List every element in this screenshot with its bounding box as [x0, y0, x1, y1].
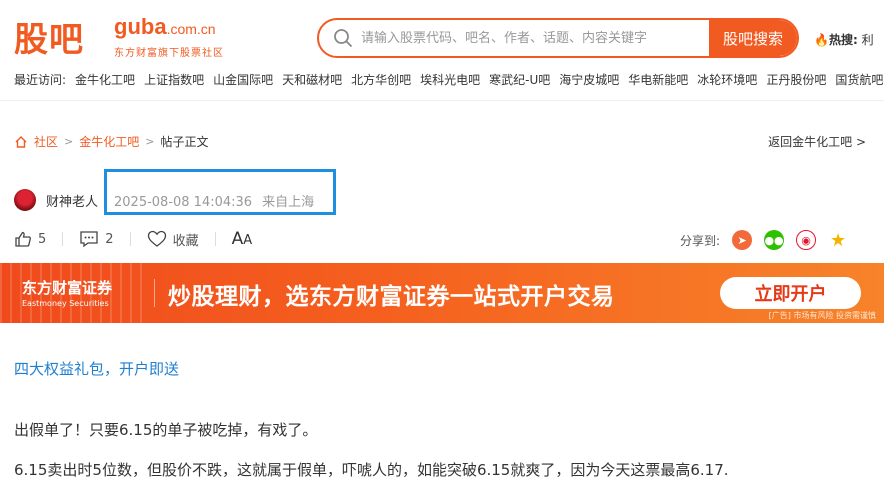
recent-item[interactable]: 海宁皮城吧	[559, 71, 619, 91]
recent-label: 最近访问:	[14, 73, 67, 87]
recent-item[interactable]: 正丹股份吧	[766, 71, 826, 91]
recent-item[interactable]: 北方华创吧	[351, 71, 411, 91]
eastmoney-securities-logo: 东方财富证券 Eastmoney Securities	[22, 277, 112, 308]
banner-divider	[154, 279, 155, 307]
chevron-right-icon: >	[145, 135, 155, 148]
post-time: 2025-08-08 14:04:36	[114, 195, 253, 210]
favorite-label: 收藏	[172, 233, 199, 249]
like-button[interactable]: 5	[14, 230, 46, 248]
search-input[interactable]	[361, 20, 711, 56]
comment-button[interactable]: 2	[79, 230, 114, 248]
post-location: 来自上海	[262, 195, 315, 210]
post-actions: 5 2 收藏 AA	[14, 229, 252, 249]
chevron-right-icon: >	[855, 135, 866, 149]
hot-search[interactable]: 🔥热搜: 利	[814, 31, 874, 48]
promo-link[interactable]: 四大权益礼包，开户即送	[14, 358, 179, 379]
recent-item[interactable]: 寒武纪-U吧	[489, 71, 550, 91]
recent-visits: 最近访问: 金牛化工吧 上证指数吧 山金国际吧 天和磁材吧 北方华创吧 埃科光电…	[14, 71, 884, 91]
post-meta: 2025-08-08 14:04:36 来自上海	[114, 191, 314, 210]
search-bar: 股吧搜索	[317, 18, 799, 58]
back-link-label: 返回金牛化工吧	[768, 135, 853, 149]
weibo-icon[interactable]: ◉	[796, 230, 817, 250]
ad-banner[interactable]: 东方财富证券 Eastmoney Securities 炒股理财，选东方财富证券一…	[0, 263, 884, 323]
like-count: 5	[38, 231, 47, 247]
breadcrumb-bar[interactable]: 金牛化工吧	[79, 133, 139, 150]
guba-logo-text[interactable]: guba.com.cn	[114, 14, 216, 40]
recent-item[interactable]: 埃科光电吧	[420, 71, 480, 91]
heart-icon	[147, 230, 166, 247]
recent-item[interactable]: 天和磁材吧	[282, 71, 342, 91]
breadcrumb-community[interactable]: 社区	[34, 133, 58, 150]
logo-en: guba	[114, 14, 167, 39]
action-divider	[62, 232, 64, 246]
author-name[interactable]: 财神老人	[46, 191, 98, 210]
share-bar: 分享到: ➤ ●● ◉ ★	[680, 230, 849, 251]
ad-disclaimer: [广告] 市场有风险 投资需谨慎	[768, 311, 876, 320]
home-icon	[15, 135, 27, 148]
share-feed-icon[interactable]: ➤	[732, 230, 753, 250]
banner-logo-en: Eastmoney Securities	[22, 299, 109, 308]
action-divider	[129, 232, 131, 246]
avatar[interactable]	[14, 189, 36, 211]
search-button[interactable]: 股吧搜索	[709, 20, 797, 56]
share-label: 分享到:	[680, 233, 721, 248]
comment-icon	[80, 231, 98, 248]
wechat-icon[interactable]: ●●	[764, 230, 785, 250]
hot-search-item[interactable]: 利	[862, 33, 874, 47]
guba-logo[interactable]: 股吧	[14, 12, 84, 61]
recent-item[interactable]: 华电新能吧	[628, 71, 688, 91]
recent-item[interactable]: 国货航吧	[835, 71, 883, 91]
comment-count: 2	[105, 231, 114, 247]
qzone-star-icon[interactable]: ★	[828, 230, 849, 251]
banner-logo-text: 东方财富证券	[22, 279, 113, 297]
post-paragraph: 6.15卖出时5位数，但股价不跌，这就属于假单，吓唬人的，如能突破6.15就爽了…	[14, 461, 729, 479]
thumbs-up-icon	[15, 231, 31, 247]
recent-item[interactable]: 山金国际吧	[213, 71, 273, 91]
recent-item[interactable]: 冰轮环境吧	[697, 71, 757, 91]
action-divider	[214, 232, 216, 246]
font-size-toggle[interactable]: AA	[232, 229, 253, 249]
back-to-bar-link[interactable]: 返回金牛化工吧 >	[768, 133, 866, 150]
hot-search-label: 热搜:	[828, 33, 858, 47]
header: 股吧 guba.com.cn 东方财富旗下股票社区 股吧搜索 🔥热搜: 利 最近…	[0, 0, 884, 87]
open-account-button[interactable]: 立即开户	[720, 277, 861, 309]
logo-subtitle: 东方财富旗下股票社区	[114, 48, 224, 59]
post-paragraph: 出假单了！只要6.15的单子被吃掉，有戏了。	[14, 421, 318, 439]
author-info: 财神老人	[14, 189, 98, 211]
search-icon	[334, 29, 352, 47]
banner-slogan: 炒股理财，选东方财富证券一站式开户交易	[168, 284, 615, 310]
breadcrumb: 社区 > 金牛化工吧 > 帖子正文	[14, 133, 208, 150]
logo-domain: .com.cn	[166, 21, 216, 37]
favorite-button[interactable]: 收藏	[147, 230, 199, 249]
breadcrumb-current: 帖子正文	[160, 135, 209, 149]
font-size-small: A	[243, 233, 253, 248]
recent-item[interactable]: 上证指数吧	[144, 71, 204, 91]
font-size-large: A	[231, 229, 244, 249]
recent-item[interactable]: 金牛化工吧	[75, 71, 135, 91]
fire-icon: 🔥	[814, 33, 829, 47]
chevron-right-icon: >	[64, 135, 74, 148]
header-divider	[0, 100, 884, 101]
